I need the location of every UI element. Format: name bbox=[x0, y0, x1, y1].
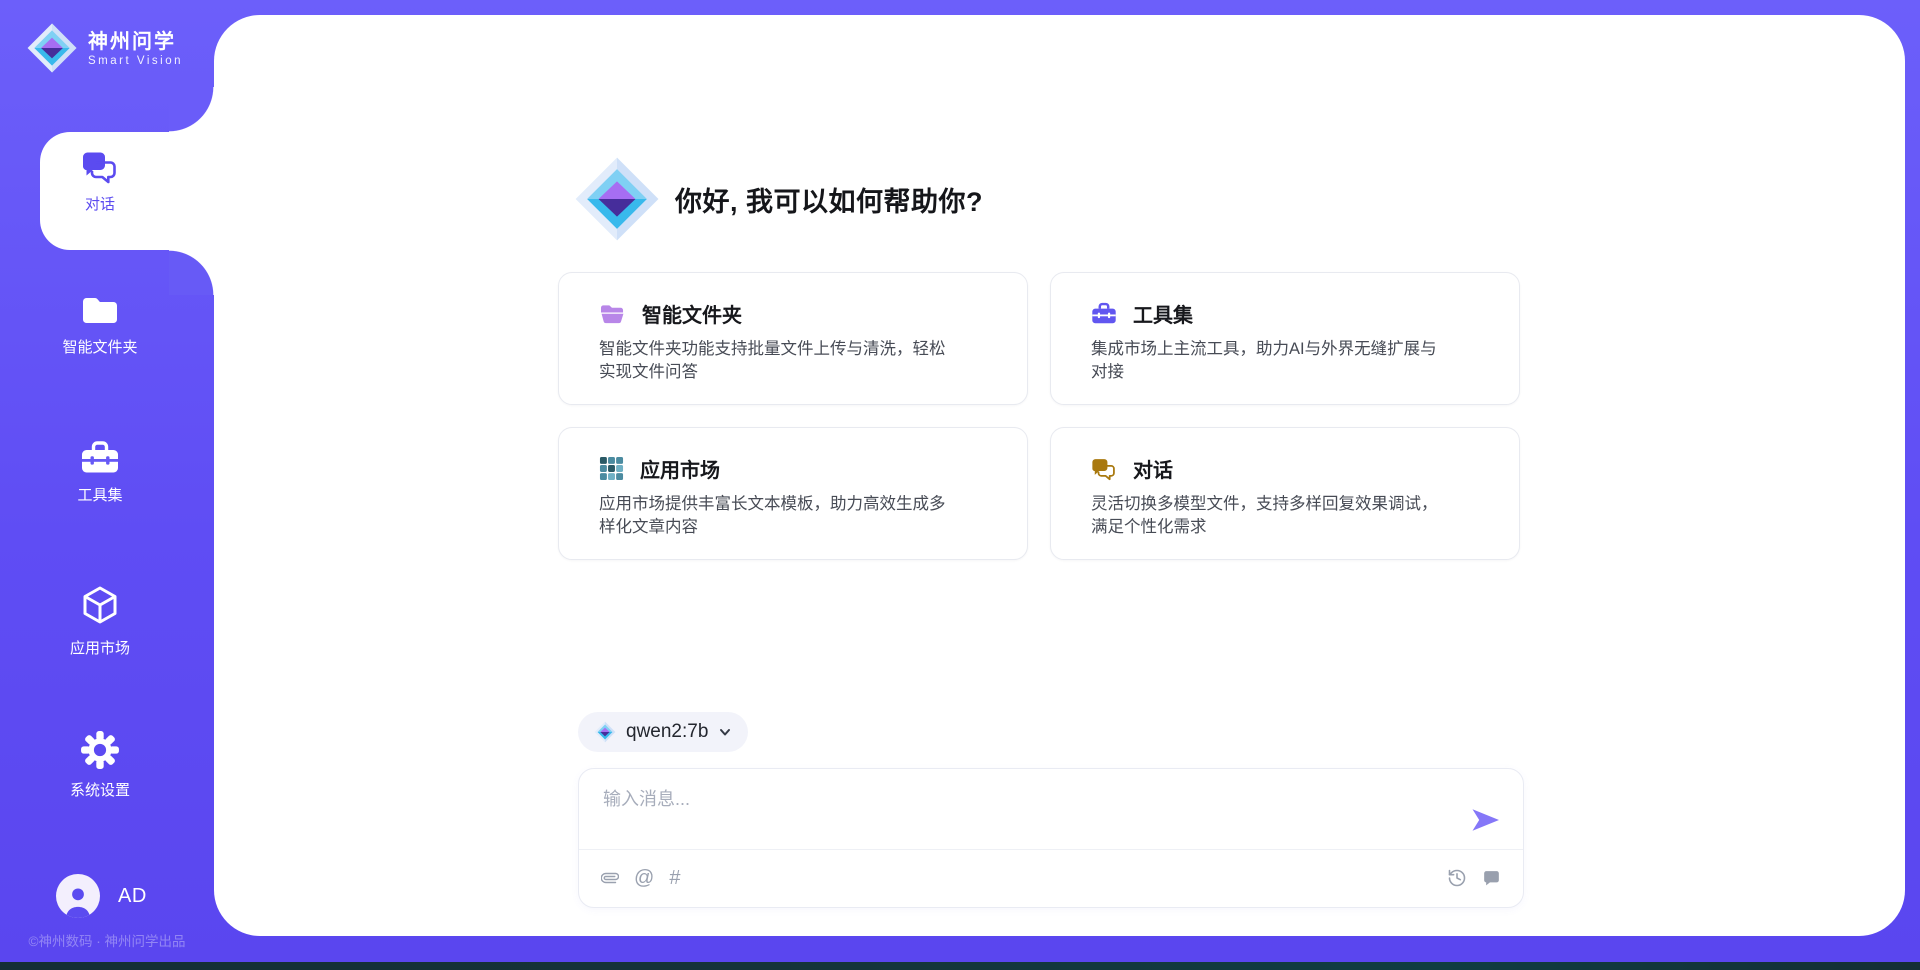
cube-icon bbox=[78, 584, 122, 628]
conversation-button[interactable] bbox=[1482, 869, 1501, 888]
user-initials: AD bbox=[118, 885, 147, 908]
tab-fillet-top bbox=[169, 87, 214, 132]
tab-fillet-bottom bbox=[169, 250, 214, 295]
sidebar-item-label: 工具集 bbox=[77, 484, 122, 505]
gear-icon bbox=[80, 730, 120, 770]
card-title: 对话 bbox=[1133, 454, 1173, 483]
person-icon bbox=[58, 882, 98, 918]
history-icon bbox=[1447, 868, 1467, 888]
sidebar-item-label: 应用市场 bbox=[70, 637, 130, 658]
brand-logo-block: 神州问学 Smart Vision bbox=[26, 22, 183, 74]
composer-toolbar: @ # bbox=[601, 849, 1501, 907]
app-window: 神州问学 Smart Vision 对话 智能文件夹 工具集 应用市场 bbox=[0, 0, 1920, 970]
card-smart-folder[interactable]: 智能文件夹 智能文件夹功能支持批量文件上传与清洗，轻松实现文件问答 bbox=[558, 272, 1028, 405]
sidebar-item-label: 系统设置 bbox=[70, 779, 130, 800]
brand-title: 神州问学 bbox=[88, 30, 183, 55]
sidebar-item-smart-folder[interactable]: 智能文件夹 bbox=[0, 294, 200, 357]
toolbox-icon bbox=[1091, 302, 1117, 325]
feature-cards: 智能文件夹 智能文件夹功能支持批量文件上传与清洗，轻松实现文件问答 工具集 集成… bbox=[558, 272, 1520, 560]
card-chat[interactable]: 对话 灵活切换多模型文件，支持多样回复效果调试，满足个性化需求 bbox=[1050, 427, 1520, 560]
card-description: 集成市场上主流工具，助力AI与外界无缝扩展与对接 bbox=[1091, 338, 1449, 385]
message-input[interactable] bbox=[603, 785, 1443, 843]
chat-icon bbox=[1091, 457, 1117, 481]
card-description: 灵活切换多模型文件，支持多样回复效果调试，满足个性化需求 bbox=[1091, 493, 1449, 540]
sidebar-item-settings[interactable]: 系统设置 bbox=[0, 730, 200, 800]
attach-file-button[interactable] bbox=[601, 868, 619, 888]
card-title: 工具集 bbox=[1133, 299, 1193, 328]
model-selector[interactable]: qwen2:7b bbox=[578, 712, 748, 752]
folder-open-icon bbox=[599, 302, 626, 325]
bottom-edge-strip bbox=[0, 962, 1920, 970]
folder-icon bbox=[80, 294, 120, 327]
send-icon[interactable] bbox=[1471, 807, 1501, 833]
sidebar-item-label: 智能文件夹 bbox=[62, 336, 137, 357]
history-button[interactable] bbox=[1447, 868, 1467, 888]
main-panel: 你好, 我可以如何帮助你? 智能文件夹 智能文件夹功能支持批量文件上传与清洗，轻… bbox=[214, 15, 1905, 936]
card-toolset[interactable]: 工具集 集成市场上主流工具，助力AI与外界无缝扩展与对接 bbox=[1050, 272, 1520, 405]
chevron-down-icon bbox=[718, 725, 732, 739]
sidebar-item-label: 对话 bbox=[85, 193, 115, 214]
model-diamond-icon bbox=[594, 721, 616, 743]
card-description: 应用市场提供丰富长文本模板，助力高效生成多样化文章内容 bbox=[599, 493, 957, 540]
sidebar-item-chat[interactable]: 对话 bbox=[0, 150, 200, 214]
avatar bbox=[56, 874, 100, 918]
brand-subtitle: Smart Vision bbox=[88, 55, 183, 67]
toolbox-icon bbox=[80, 440, 120, 475]
sidebar-item-toolset[interactable]: 工具集 bbox=[0, 440, 200, 505]
mention-button[interactable]: @ bbox=[634, 868, 654, 888]
user-profile[interactable]: AD bbox=[56, 874, 147, 918]
brand-diamond-icon bbox=[26, 22, 78, 74]
sidebar-item-app-market[interactable]: 应用市场 bbox=[0, 584, 200, 658]
card-app-market[interactable]: 应用市场 应用市场提供丰富长文本模板，助力高效生成多样化文章内容 bbox=[558, 427, 1028, 560]
card-title: 智能文件夹 bbox=[642, 299, 742, 328]
model-name: qwen2:7b bbox=[626, 721, 708, 743]
topic-hash-button[interactable]: # bbox=[669, 868, 680, 888]
message-composer: @ # bbox=[578, 768, 1524, 908]
greeting-block: 你好, 我可以如何帮助你? bbox=[573, 155, 983, 243]
card-title: 应用市场 bbox=[640, 454, 720, 483]
sidebar-footer-credit: ©神州数码 · 神州问学出品 bbox=[0, 930, 214, 950]
greeting-text: 你好, 我可以如何帮助你? bbox=[675, 180, 983, 219]
assistant-diamond-icon bbox=[573, 155, 661, 243]
chat-bubble-icon bbox=[1482, 869, 1501, 888]
card-description: 智能文件夹功能支持批量文件上传与清洗，轻松实现文件问答 bbox=[599, 338, 957, 385]
chat-icon bbox=[81, 150, 119, 184]
grid-icon bbox=[599, 456, 624, 481]
paperclip-icon bbox=[601, 868, 619, 888]
